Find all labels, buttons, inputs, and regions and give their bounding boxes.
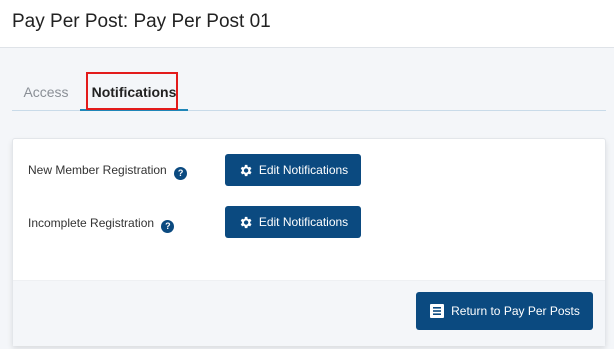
edit-notifications-label: Edit Notifications	[258, 163, 349, 177]
help-icon[interactable]: ?	[161, 220, 175, 233]
return-label: Return to Pay Per Posts	[451, 304, 580, 318]
edit-notifications-button-new-member[interactable]: Edit Notifications	[225, 154, 361, 186]
incomplete-registration-label: Incomplete Registration ?	[28, 216, 175, 233]
annotation-highlight-box	[86, 72, 178, 110]
gear-icon	[238, 215, 253, 230]
gear-icon	[238, 163, 253, 178]
tab-access[interactable]: Access	[12, 73, 80, 111]
row-label-text: Incomplete Registration	[28, 216, 155, 230]
return-to-pay-per-posts-button[interactable]: Return to Pay Per Posts	[416, 292, 593, 330]
edit-notifications-button-incomplete[interactable]: Edit Notifications	[225, 206, 361, 238]
page-header: Pay Per Post: Pay Per Post 01	[0, 0, 614, 48]
row-label-text: New Member Registration	[28, 163, 167, 177]
notifications-panel: New Member Registration ? Edit Notificat…	[12, 138, 606, 346]
new-member-registration-label: New Member Registration ?	[28, 163, 188, 180]
tab-access-label: Access	[23, 84, 69, 100]
help-icon[interactable]: ?	[174, 167, 188, 180]
list-icon	[429, 303, 445, 319]
page-title: Pay Per Post: Pay Per Post 01	[12, 11, 271, 32]
edit-notifications-label: Edit Notifications	[258, 215, 349, 229]
